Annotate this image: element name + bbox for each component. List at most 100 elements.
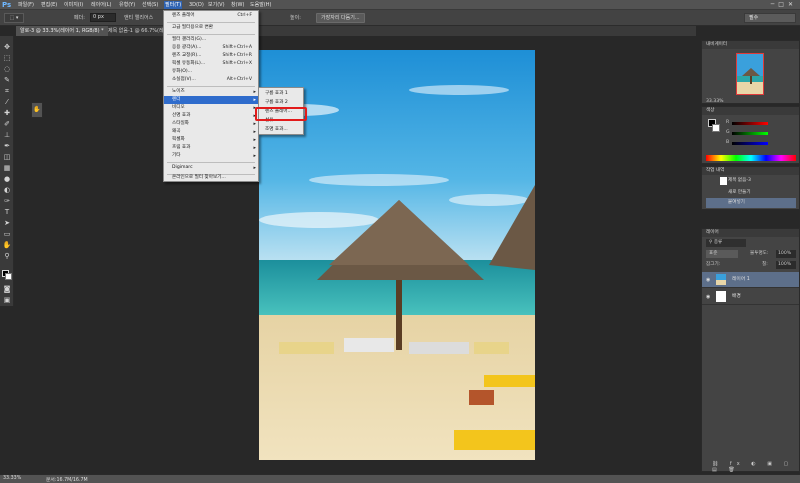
menu-item-other[interactable]: 기타 ▸ xyxy=(164,152,258,160)
menu-item-liquify[interactable]: 픽셀 유동화(L)... Shift+Ctrl+X xyxy=(164,60,258,68)
menu-separator xyxy=(167,86,255,87)
background-color-swatch[interactable] xyxy=(5,273,12,280)
move-tool-icon[interactable]: ✥ xyxy=(2,42,12,52)
color-g-slider[interactable] xyxy=(732,132,768,135)
floating-hand-icon[interactable]: ✋ xyxy=(31,102,43,118)
submenu-item-clouds[interactable]: 구름 효과 1 xyxy=(259,90,303,98)
menu-item-blur[interactable]: 흐림 효과 ▸ xyxy=(164,144,258,152)
history-item-snapshot[interactable]: 제목 없음-3 xyxy=(706,176,796,186)
color-background-chip[interactable] xyxy=(712,124,720,132)
menu-layer[interactable]: 레이어(L) xyxy=(90,1,113,9)
menu-item-label: 유화(O)... xyxy=(172,69,193,74)
hand-tool-icon[interactable]: ✋ xyxy=(2,240,12,250)
path-select-tool-icon[interactable]: ➤ xyxy=(2,218,12,228)
menu-window[interactable]: 창(W) xyxy=(230,1,245,9)
layer-kind-filter[interactable]: ⚲ 종류 xyxy=(706,239,746,247)
tab-document-1[interactable]: 알로-3 @ 33.3%(레이어 1, RGB/8) * xyxy=(16,26,108,36)
window-controls[interactable]: ─□✕ xyxy=(771,1,797,8)
history-item-paste[interactable]: 붙여넣기 xyxy=(706,198,796,208)
visibility-eye-icon[interactable]: ◉ xyxy=(706,289,710,305)
menu-item-browse-filters-online[interactable]: 온라인으로 필터 찾아보기... xyxy=(164,174,258,182)
marquee-tool-icon[interactable]: ⬚ xyxy=(2,53,12,63)
pen-tool-icon[interactable]: ✑ xyxy=(2,196,12,206)
clone-stamp-tool-icon[interactable]: ⊥ xyxy=(2,130,12,140)
layers-footer-icons[interactable]: ⛓ fx ◐ ▣ ▢ ▤ 🗑 xyxy=(712,461,799,473)
fill-input[interactable]: 100% xyxy=(776,261,796,269)
eyedropper-tool-icon[interactable]: ⁄ xyxy=(2,97,12,107)
layer-row-background[interactable]: ◉ 배경 xyxy=(702,289,799,305)
submenu-item-difference-clouds[interactable]: 구름 효과 2 xyxy=(259,99,303,107)
menu-item-pixelate[interactable]: 픽셀화 ▸ xyxy=(164,136,258,144)
menu-separator xyxy=(167,22,255,23)
history-brush-tool-icon[interactable]: ✒ xyxy=(2,141,12,151)
feather-input[interactable]: 0 px xyxy=(90,13,116,22)
menu-item-render[interactable]: 렌더 ▸ xyxy=(164,96,258,104)
submenu-arrow-icon: ▸ xyxy=(253,153,256,159)
menu-item-label: 비디오 xyxy=(172,105,185,110)
shape-tool-icon[interactable]: ▭ xyxy=(2,229,12,239)
menu-file[interactable]: 파일(F) xyxy=(17,1,35,9)
navigator-title[interactable]: 내비게이터 xyxy=(702,41,799,49)
antialias-label[interactable]: 앤티 앨리어스 xyxy=(124,14,153,21)
menu-item-filter-gallery[interactable]: 필터 갤러리(G)... xyxy=(164,36,258,44)
brush-tool-icon[interactable]: ✐ xyxy=(2,119,12,129)
menu-item-vanishing-point[interactable]: 소실점(V)... Alt+Ctrl+V xyxy=(164,76,258,84)
menu-item-convert-smart-filter[interactable]: 고급 필터용으로 변환 xyxy=(164,24,258,32)
marquee-preset-icon[interactable]: ⬚ ▾ xyxy=(4,13,24,23)
menu-item-sharpen[interactable]: 선명 효과 ▸ xyxy=(164,112,258,120)
eraser-tool-icon[interactable]: ◫ xyxy=(2,152,12,162)
menu-item-video[interactable]: 비디오 ▸ xyxy=(164,104,258,112)
visibility-eye-icon[interactable]: ◉ xyxy=(706,272,710,288)
status-zoom[interactable]: 33.33% xyxy=(3,476,21,481)
history-title[interactable]: 작업 내역 xyxy=(702,167,799,175)
layer-row-layer1[interactable]: ◉ 레이어 1 xyxy=(702,272,799,288)
quick-select-tool-icon[interactable]: ✎ xyxy=(2,75,12,85)
menu-item-label: 고급 필터용으로 변환 xyxy=(172,25,213,30)
menu-item-label: 렌더 xyxy=(172,97,181,102)
color-spectrum-ramp[interactable] xyxy=(706,155,796,161)
menu-edit[interactable]: 편집(E) xyxy=(40,1,58,9)
navigator-zoom-value[interactable]: 33.33% xyxy=(706,99,724,104)
type-tool-icon[interactable]: T xyxy=(2,207,12,217)
opacity-input[interactable]: 100% xyxy=(776,250,796,258)
menu-item-lens-correction[interactable]: 렌즈 교정(R)... Shift+Ctrl+R xyxy=(164,52,258,60)
screen-mode-icon[interactable]: ▣ xyxy=(2,295,12,305)
menu-item-noise[interactable]: 노이즈 ▸ xyxy=(164,88,258,96)
menu-help[interactable]: 도움말(H) xyxy=(249,1,272,9)
dodge-tool-icon[interactable]: ◐ xyxy=(2,185,12,195)
refine-edge-button[interactable]: 가장자리 다듬기... xyxy=(316,13,365,23)
menu-filter[interactable]: 필터(T) xyxy=(164,1,183,9)
menu-item-adaptive-wide-angle[interactable]: 응용 광각(A)... Shift+Ctrl+A xyxy=(164,44,258,52)
menu-type[interactable]: 유형(Y) xyxy=(118,1,136,9)
lock-label: 잠그기: xyxy=(706,262,721,267)
menu-select[interactable]: 선택(S) xyxy=(141,1,159,9)
submenu-arrow-icon: ▸ xyxy=(253,165,256,171)
gradient-tool-icon[interactable]: ▦ xyxy=(2,163,12,173)
menu-item-label: 선명 효과 xyxy=(172,113,191,118)
menu-item-last-filter[interactable]: 렌즈 플레어 Ctrl+F xyxy=(164,12,258,20)
lasso-tool-icon[interactable]: ◌ xyxy=(2,64,12,74)
submenu-arrow-icon: ▸ xyxy=(253,129,256,135)
menu-item-oil-paint[interactable]: 유화(O)... xyxy=(164,68,258,76)
color-r-slider[interactable] xyxy=(732,122,768,125)
blend-mode-select[interactable]: 표준 xyxy=(706,250,738,258)
submenu-item-lighting-effects[interactable]: 조명 효과... xyxy=(259,126,303,134)
workspace-select[interactable]: 필수 xyxy=(744,13,796,23)
color-b-slider[interactable] xyxy=(732,142,768,145)
navigator-thumbnail[interactable] xyxy=(736,53,764,95)
color-title[interactable]: 색상 xyxy=(702,107,799,115)
quick-mask-icon[interactable]: ◙ xyxy=(2,284,12,294)
menu-view[interactable]: 보기(V) xyxy=(207,1,226,9)
menu-item-distort[interactable]: 왜곡 ▸ xyxy=(164,128,258,136)
menu-item-stylize[interactable]: 스타일화 ▸ xyxy=(164,120,258,128)
healing-tool-icon[interactable]: ✚ xyxy=(2,108,12,118)
menu-3d[interactable]: 3D(D) xyxy=(188,1,205,9)
crop-tool-icon[interactable]: ⌗ xyxy=(2,86,12,96)
layers-title[interactable]: 레이어 xyxy=(702,229,799,237)
menu-item-label: 흐림 효과 xyxy=(172,145,191,150)
menu-item-digimarc[interactable]: Digimarc ▸ xyxy=(164,164,258,172)
blur-tool-icon[interactable]: ● xyxy=(2,174,12,184)
menu-image[interactable]: 이미지(I) xyxy=(63,1,84,9)
zoom-tool-icon[interactable]: ⚲ xyxy=(2,251,12,261)
history-item-new[interactable]: 새로 만들기 xyxy=(706,188,796,198)
